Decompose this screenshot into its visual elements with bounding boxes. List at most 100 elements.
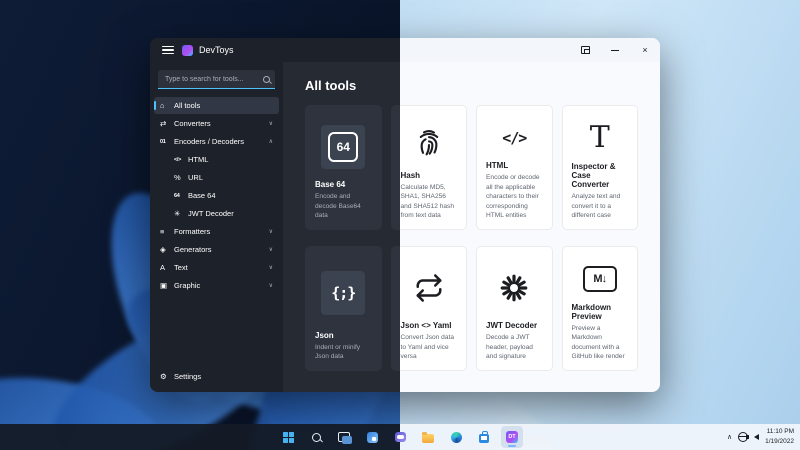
tool-card-hash[interactable]: Hash Calculate MD5, SHA1, SHA256 and SHA… bbox=[400, 105, 467, 230]
devtoys-logo bbox=[182, 44, 193, 56]
sidebar-item-label: Text bbox=[174, 263, 188, 272]
base64-icon: 64 bbox=[174, 192, 180, 199]
jwt-burst-icon: ✳ bbox=[174, 209, 181, 218]
tool-card-json-yaml[interactable]: Json <> Yaml Convert Json data to Yaml a… bbox=[400, 246, 467, 371]
devtoys-icon: DT bbox=[506, 431, 518, 443]
minimize-icon bbox=[611, 49, 619, 51]
tool-title: Base 64 bbox=[315, 180, 346, 190]
search-icon bbox=[311, 432, 321, 442]
sidebar-item-converters[interactable]: ⇄ Converters ∨ bbox=[154, 115, 279, 132]
store-button[interactable] bbox=[473, 426, 495, 448]
search-input[interactable] bbox=[163, 74, 263, 84]
sidebar-item-settings[interactable]: ⚙ Settings bbox=[154, 368, 279, 385]
code-tags-icon: </> bbox=[174, 156, 182, 163]
volume-icon[interactable] bbox=[746, 434, 760, 440]
markdown-icon: M↓ bbox=[578, 257, 622, 301]
task-view-button[interactable] bbox=[333, 426, 355, 448]
clock-time: 11:10 PM bbox=[766, 428, 794, 436]
task-view-icon bbox=[338, 432, 352, 444]
store-icon bbox=[479, 431, 489, 443]
tool-description: Convert Json data to Yaml and vice versa bbox=[400, 334, 455, 361]
tool-card-markdown-preview[interactable]: M↓ Markdown Preview Preview a Markdown d… bbox=[561, 246, 638, 371]
compact-overlay-icon bbox=[580, 46, 590, 54]
sidebar-item-label: Converters bbox=[174, 119, 211, 128]
taskbar-clock[interactable]: 11:10 PM 1/19/2022 bbox=[765, 427, 794, 447]
sidebar-item-label: JWT Decoder bbox=[188, 209, 234, 218]
sidebar-item-url[interactable]: % URL bbox=[154, 169, 279, 186]
generator-icon: ◈ bbox=[160, 245, 166, 254]
tool-title: Json <> Yaml bbox=[400, 321, 452, 331]
taskbar-search-button[interactable] bbox=[305, 426, 327, 448]
sidebar-item-label: All tools bbox=[174, 101, 201, 110]
tool-card-html[interactable]: </> HTML Encode or decode all the applic… bbox=[476, 105, 553, 230]
sidebar-item-formatters[interactable]: ≡ Formatters ∨ bbox=[154, 223, 279, 240]
letter-a-icon: A bbox=[160, 263, 166, 272]
chevron-down-icon: ∨ bbox=[268, 121, 273, 127]
edge-button[interactable] bbox=[445, 426, 467, 448]
sidebar-item-base64[interactable]: 64 Base 64 bbox=[154, 187, 279, 204]
file-explorer-button[interactable] bbox=[417, 426, 439, 448]
base64-icon: 64 bbox=[321, 125, 366, 170]
start-button[interactable] bbox=[277, 426, 299, 448]
clock-date: 1/19/2022 bbox=[765, 438, 794, 445]
sidebar-item-label: Graphic bbox=[174, 281, 201, 290]
tool-description: Encode or decode all the applicable char… bbox=[486, 174, 540, 220]
tool-description: Calculate MD5, SHA1, SHA256 and SHA512 h… bbox=[400, 183, 455, 220]
sidebar-item-label: HTML bbox=[188, 155, 209, 164]
tool-card-inspector-case-converter[interactable]: T Inspector & Case Converter Analyze tex… bbox=[561, 105, 638, 230]
tool-title: JWT Decoder bbox=[486, 321, 538, 331]
widgets-button[interactable] bbox=[361, 426, 383, 448]
sidebar-item-all-tools[interactable]: ⌂ All tools bbox=[154, 97, 279, 114]
sidebar-item-label: Base 64 bbox=[188, 191, 216, 200]
sidebar: ⌂ All tools ⇄ Converters ∨ 01 Encoders /… bbox=[150, 62, 283, 392]
close-button[interactable]: × bbox=[630, 38, 660, 62]
sidebar-item-label: Settings bbox=[174, 372, 202, 381]
search-box[interactable] bbox=[158, 70, 275, 89]
chevron-down-icon: ∨ bbox=[268, 247, 273, 253]
system-tray: ∧ 11:10 PM 1/19/2022 bbox=[727, 424, 794, 450]
jwt-burst-icon bbox=[492, 266, 536, 310]
gear-icon: ⚙ bbox=[160, 372, 167, 381]
devtoys-taskbar-button[interactable]: DT bbox=[501, 426, 523, 448]
tool-title: HTML bbox=[486, 161, 509, 171]
compact-overlay-button[interactable] bbox=[570, 38, 600, 62]
tool-card-base64[interactable]: 64 Base 64 Encode and decode Base64 data bbox=[305, 105, 382, 230]
tool-title: Inspector & Case Converter bbox=[571, 162, 616, 190]
binary-icon: 01 bbox=[160, 138, 166, 145]
window-title: DevToys bbox=[199, 45, 234, 55]
chevron-up-icon: ∧ bbox=[268, 139, 273, 145]
swap-arrows-icon: ⇄ bbox=[160, 119, 167, 128]
hidden-icons-chevron-icon[interactable]: ∧ bbox=[727, 433, 732, 441]
tool-title: Hash bbox=[400, 170, 421, 180]
edge-icon bbox=[450, 431, 462, 443]
sidebar-item-label: Formatters bbox=[174, 227, 211, 236]
widgets-icon bbox=[366, 431, 378, 443]
tool-description: Decode a JWT header, payload and signatu… bbox=[486, 334, 533, 361]
hamburger-menu-icon[interactable] bbox=[162, 46, 174, 54]
sidebar-item-html[interactable]: </> HTML bbox=[154, 151, 279, 168]
fingerprint-icon bbox=[407, 120, 451, 164]
lines-icon: ≡ bbox=[160, 227, 165, 236]
image-icon: ▣ bbox=[160, 281, 168, 290]
sidebar-item-label: URL bbox=[188, 173, 204, 182]
tool-description: Encode and decode Base64 data bbox=[315, 193, 361, 220]
search-icon bbox=[263, 75, 270, 83]
json-braces-icon: {;} bbox=[321, 270, 366, 315]
tool-card-json[interactable]: {;} Json Indent or minify Json data bbox=[305, 246, 382, 371]
repeat-arrows-icon bbox=[407, 266, 451, 310]
sidebar-item-label: Encoders / Decoders bbox=[174, 137, 245, 146]
chevron-down-icon: ∨ bbox=[268, 283, 273, 289]
tool-description: Preview a Markdown document with a GitHu… bbox=[571, 324, 625, 361]
sidebar-item-encoders-decoders[interactable]: 01 Encoders / Decoders ∧ bbox=[154, 133, 279, 150]
sidebar-item-graphic[interactable]: ▣ Graphic ∨ bbox=[154, 277, 279, 294]
chevron-down-icon: ∨ bbox=[268, 265, 273, 271]
tool-description: Analyze text and convert it to a differe… bbox=[571, 193, 621, 220]
percent-icon: % bbox=[174, 173, 181, 182]
home-icon: ⌂ bbox=[160, 101, 165, 110]
sidebar-item-label: Generators bbox=[174, 245, 212, 254]
sidebar-item-jwt-decoder[interactable]: ✳ JWT Decoder bbox=[154, 205, 279, 222]
minimize-button[interactable] bbox=[600, 38, 630, 62]
sidebar-item-text[interactable]: A Text ∨ bbox=[154, 259, 279, 276]
sidebar-item-generators[interactable]: ◈ Generators ∨ bbox=[154, 241, 279, 258]
tool-card-jwt-decoder[interactable]: JWT Decoder Decode a JWT header, payload… bbox=[476, 246, 553, 371]
